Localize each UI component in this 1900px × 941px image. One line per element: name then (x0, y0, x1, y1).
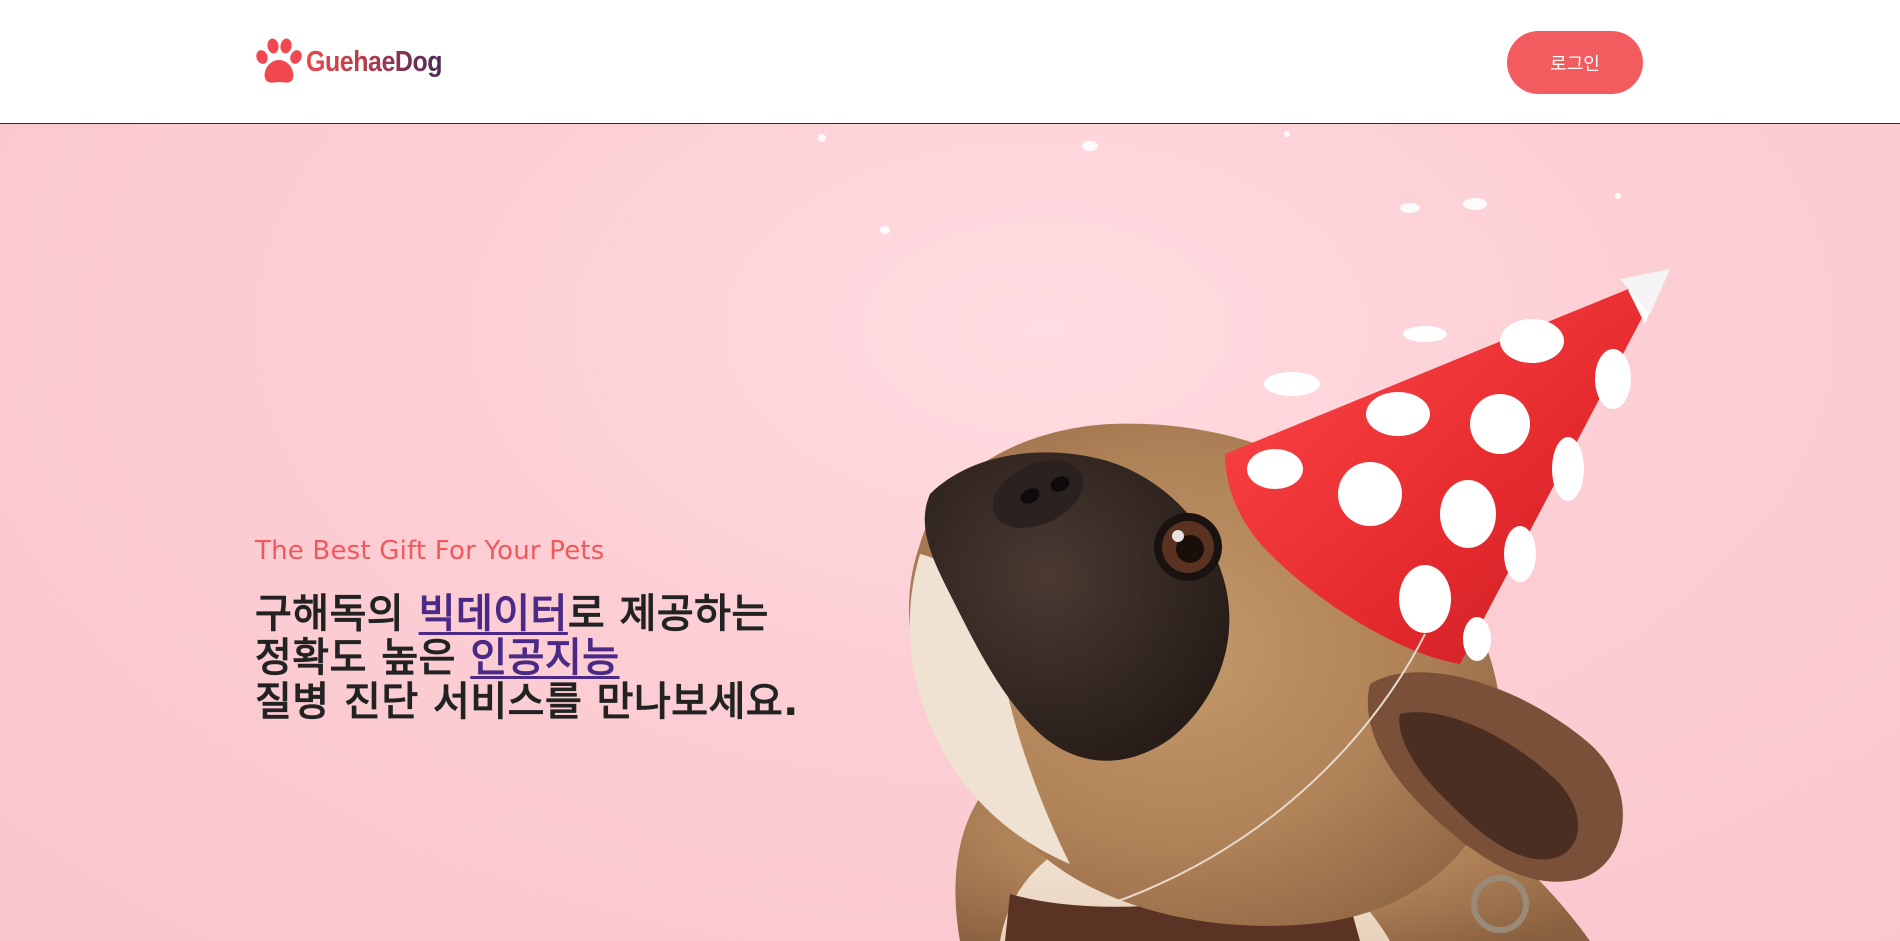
hero-section: The Best Gift For Your Pets 구해독의 빅데이터로 제… (0, 124, 1900, 941)
ai-link[interactable]: 인공지능 (470, 635, 619, 681)
logo-text: GuehaeDog (306, 45, 443, 78)
headline-line2-prefix: 정확도 높은 (255, 635, 471, 681)
hero-tagline: The Best Gift For Your Pets (255, 536, 605, 566)
headline-line1-prefix: 구해독의 (255, 591, 419, 637)
headline-line3: 질병 진단 서비스를 만나보세요. (255, 679, 799, 725)
big-data-link[interactable]: 빅데이터 (419, 591, 568, 637)
hero-headline: 구해독의 빅데이터로 제공하는정확도 높은 인공지능 질병 진단 서비스를 만나보… (255, 592, 799, 724)
login-button[interactable]: 로그인 (1507, 31, 1643, 94)
headline-line1-suffix: 로 제공하는 (567, 591, 769, 637)
logo-link[interactable]: GuehaeDog (254, 38, 464, 86)
paw-icon (256, 38, 302, 83)
site-header: GuehaeDog 로그인 (0, 0, 1900, 124)
pug-with-party-hat-image (818, 131, 1670, 941)
